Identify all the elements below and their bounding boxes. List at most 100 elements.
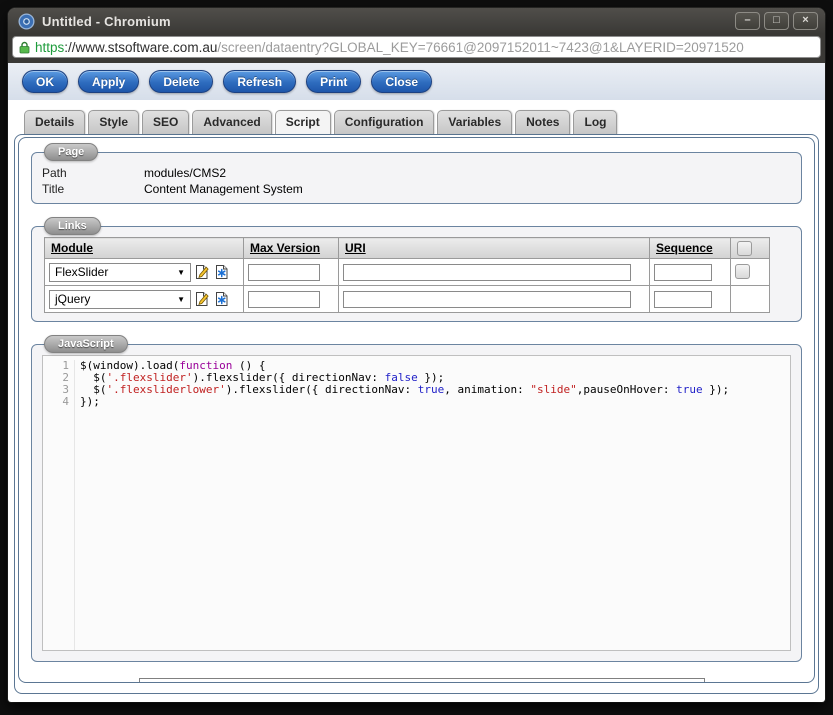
link-row: FlexSlider ▼ bbox=[45, 259, 770, 286]
tab-style[interactable]: Style bbox=[88, 110, 139, 134]
code-lines: $(window).load(function () { $('.flexsli… bbox=[75, 360, 790, 650]
column-header-label: Module bbox=[51, 241, 93, 255]
module-cell: jQuery▼ bbox=[45, 286, 244, 313]
page-content: DetailsStyleSEOAdvancedScriptConfigurati… bbox=[8, 100, 825, 694]
toolbar-button-print[interactable]: Print bbox=[306, 70, 361, 93]
toolbar-button-refresh[interactable]: Refresh bbox=[223, 70, 296, 93]
column-header-max-version[interactable]: Max Version bbox=[244, 238, 339, 259]
uri-input[interactable] bbox=[343, 291, 631, 308]
sequence-input[interactable] bbox=[654, 291, 712, 308]
module-select[interactable]: FlexSlider ▼ bbox=[49, 263, 191, 282]
field-row: TitleContent Management System bbox=[42, 181, 791, 197]
url-scheme: https bbox=[35, 40, 64, 55]
row-checkbox[interactable] bbox=[735, 264, 750, 279]
tab-strip: DetailsStyleSEOAdvancedScriptConfigurati… bbox=[24, 110, 819, 134]
window-titlebar[interactable]: Untitled - Chromium –□× bbox=[8, 8, 825, 34]
sequence-cell bbox=[650, 286, 731, 313]
code-line: $('.flexsliderlower').flexslider({ direc… bbox=[80, 384, 790, 396]
field-row: Pathmodules/CMS2 bbox=[42, 165, 791, 181]
url-toolbar: https://www.stsoftware.com.au/screen/dat… bbox=[8, 34, 825, 63]
module-select-value: FlexSlider bbox=[55, 265, 108, 279]
call-on-load-input[interactable] bbox=[139, 678, 705, 683]
tab-script[interactable]: Script bbox=[275, 110, 331, 134]
tab-seo[interactable]: SEO bbox=[142, 110, 189, 134]
code-token: ,pauseOnHover: bbox=[577, 383, 676, 396]
browser-window: Untitled - Chromium –□× https://www.stso… bbox=[8, 8, 825, 702]
uri-cell bbox=[339, 259, 650, 286]
new-link-icon[interactable] bbox=[214, 291, 231, 308]
column-header-select bbox=[731, 238, 770, 259]
minimize-button[interactable]: – bbox=[735, 12, 760, 30]
url-bar[interactable]: https://www.stsoftware.com.au/screen/dat… bbox=[12, 36, 821, 58]
column-header-label: URI bbox=[345, 241, 366, 255]
window-controls: –□× bbox=[735, 12, 818, 30]
edit-link-icon[interactable] bbox=[194, 264, 211, 281]
row-select-cell bbox=[731, 259, 770, 286]
page-fieldset: Page Pathmodules/CMS2TitleContent Manage… bbox=[31, 152, 802, 204]
close-button[interactable]: × bbox=[793, 12, 818, 30]
column-header-sequence[interactable]: Sequence bbox=[650, 238, 731, 259]
page-legend: Page bbox=[44, 143, 98, 161]
line-number: 4 bbox=[43, 396, 69, 408]
javascript-fieldset: JavaScript 1234 $(window).load(function … bbox=[31, 344, 802, 662]
select-all-checkbox[interactable] bbox=[737, 241, 752, 256]
links-legend: Links bbox=[44, 217, 101, 235]
links-fieldset: Links ModuleMax VersionURISequence FlexS… bbox=[31, 226, 802, 322]
chevron-down-icon: ▼ bbox=[177, 268, 185, 277]
max-version-input[interactable] bbox=[248, 264, 320, 281]
code-token: ).flexslider({ directionNav: bbox=[226, 383, 418, 396]
module-select-value: jQuery bbox=[55, 292, 90, 306]
page-fields: Pathmodules/CMS2TitleContent Management … bbox=[42, 165, 791, 197]
call-on-load-row: Call On Load bbox=[35, 678, 806, 683]
edit-link-icon[interactable] bbox=[194, 291, 211, 308]
toolbar-button-apply[interactable]: Apply bbox=[78, 70, 139, 93]
tab-panel: Page Pathmodules/CMS2TitleContent Manage… bbox=[18, 137, 815, 683]
call-on-load-label: Call On Load bbox=[35, 680, 139, 683]
max-version-cell bbox=[244, 286, 339, 313]
padlock-icon bbox=[19, 41, 30, 54]
code-token: , animation: bbox=[444, 383, 530, 396]
toolbar-button-ok[interactable]: OK bbox=[22, 70, 68, 93]
tab-notes[interactable]: Notes bbox=[515, 110, 570, 134]
max-version-input[interactable] bbox=[248, 291, 320, 308]
column-header-label: Sequence bbox=[656, 241, 713, 255]
column-header-uri[interactable]: URI bbox=[339, 238, 650, 259]
field-label: Title bbox=[42, 181, 144, 197]
module-select[interactable]: jQuery▼ bbox=[49, 290, 191, 309]
field-label: Path bbox=[42, 165, 144, 181]
column-header-module[interactable]: Module bbox=[45, 238, 244, 259]
maximize-button[interactable]: □ bbox=[764, 12, 789, 30]
module-cell: FlexSlider ▼ bbox=[45, 259, 244, 286]
code-token: true bbox=[676, 383, 703, 396]
line-number-gutter: 1234 bbox=[43, 360, 75, 650]
uri-cell bbox=[339, 286, 650, 313]
toolbar-button-delete[interactable]: Delete bbox=[149, 70, 213, 93]
tab-log[interactable]: Log bbox=[573, 110, 617, 134]
tab-details[interactable]: Details bbox=[24, 110, 85, 134]
links-table: Module Max Version URI Sequence FlexSlider ▼… bbox=[44, 237, 770, 313]
field-value: modules/CMS2 bbox=[144, 165, 226, 181]
tab-configuration[interactable]: Configuration bbox=[334, 110, 435, 134]
code-token: '.flexsliderlower' bbox=[107, 383, 226, 396]
code-line: }); bbox=[80, 396, 790, 408]
column-header-label: Max Version bbox=[250, 241, 320, 255]
code-editor[interactable]: 1234 $(window).load(function () { $('.fl… bbox=[42, 355, 791, 651]
link-row: jQuery▼ bbox=[45, 286, 770, 313]
field-value: Content Management System bbox=[144, 181, 303, 197]
code-token: }); bbox=[80, 395, 100, 408]
code-token: true bbox=[418, 383, 445, 396]
url-host: ://www.stsoftware.com.au bbox=[64, 40, 217, 55]
uri-input[interactable] bbox=[343, 264, 631, 281]
chromium-icon bbox=[18, 13, 35, 30]
action-toolbar: OK Apply Delete Refresh Print Close bbox=[8, 63, 825, 100]
sequence-input[interactable] bbox=[654, 264, 712, 281]
tab-variables[interactable]: Variables bbox=[437, 110, 512, 134]
new-link-icon[interactable] bbox=[214, 264, 231, 281]
toolbar-button-close[interactable]: Close bbox=[371, 70, 432, 93]
code-token: }); bbox=[703, 383, 730, 396]
javascript-legend: JavaScript bbox=[44, 335, 128, 353]
url-path: /screen/dataentry?GLOBAL_KEY=76661@20971… bbox=[217, 40, 743, 55]
code-token: "slide" bbox=[530, 383, 576, 396]
sequence-cell bbox=[650, 259, 731, 286]
tab-advanced[interactable]: Advanced bbox=[192, 110, 271, 134]
